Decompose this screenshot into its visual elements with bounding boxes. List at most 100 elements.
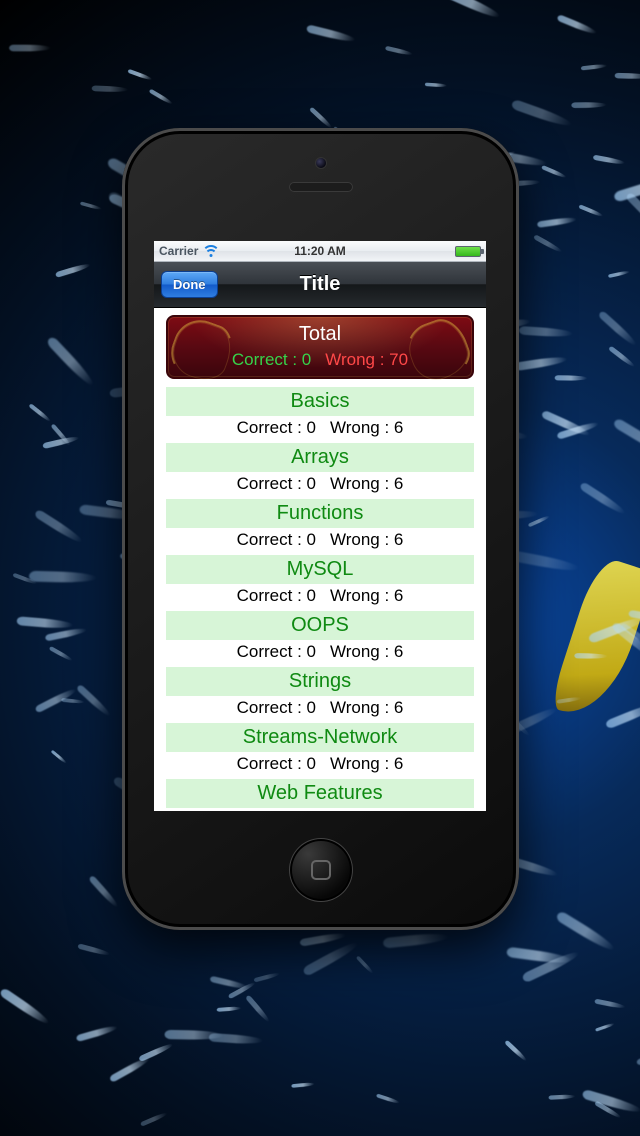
fish-decoration <box>376 1094 400 1105</box>
category-correct: Correct : 0 <box>237 474 316 493</box>
fish-decoration <box>127 69 152 81</box>
category-scores: Correct : 0 Wrong : 6 <box>166 472 474 497</box>
fish-decoration <box>88 874 120 908</box>
page-title: Title <box>300 273 341 296</box>
category-scores: Correct : 0Wrong : 6 <box>166 528 474 553</box>
category-wrong: Wrong : 6 <box>330 418 403 437</box>
category-row[interactable]: OOPSCorrect : 0Wrong : 6 <box>166 611 474 665</box>
category-correct: Correct : 0 <box>237 754 316 773</box>
front-camera <box>316 158 326 168</box>
fish-decoration <box>254 972 281 983</box>
fish-decoration <box>29 571 97 584</box>
fish-decoration <box>383 931 450 948</box>
earpiece-speaker <box>289 182 353 192</box>
fish-decoration <box>140 1111 168 1126</box>
category-row[interactable]: StringsCorrect : 0Wrong : 6 <box>166 667 474 721</box>
fish-decoration <box>292 1082 316 1088</box>
category-name: Functions <box>166 499 474 528</box>
fish-decoration <box>302 940 360 978</box>
category-correct: Correct : 0 <box>237 530 316 549</box>
fish-decoration <box>49 646 74 662</box>
fish-decoration <box>578 204 603 218</box>
fish-decoration <box>571 102 606 108</box>
fish-decoration <box>299 932 346 947</box>
fish-decoration <box>511 99 574 129</box>
category-row[interactable]: FunctionsCorrect : 0Wrong : 6 <box>166 499 474 553</box>
fish-decoration <box>109 1055 151 1083</box>
fish-decoration <box>216 1006 241 1012</box>
total-wrong: Wrong : 70 <box>325 350 408 370</box>
category-scores: Correct : 0 Wrong : 6 <box>166 640 474 665</box>
fish-decoration <box>245 995 271 1024</box>
category-correct: Correct : 0 <box>237 586 316 605</box>
fish-decoration <box>16 617 73 630</box>
fish-decoration <box>519 326 573 338</box>
fish-decoration <box>537 216 577 228</box>
fish-decoration <box>512 550 581 573</box>
fish-decoration <box>614 73 640 79</box>
fish-decoration <box>34 509 85 546</box>
fish-decoration <box>608 270 630 278</box>
fish-decoration <box>9 44 51 51</box>
category-name: Strings <box>166 667 474 696</box>
fish-decoration <box>541 165 567 179</box>
fish-decoration <box>0 987 51 1027</box>
fish-decoration <box>580 64 607 71</box>
results-content[interactable]: Total Correct : 0 Wrong : 70 Basics Corre… <box>154 308 486 811</box>
fish-decoration <box>605 700 640 729</box>
fish-decoration <box>504 1040 528 1063</box>
fish-decoration <box>548 1095 575 1101</box>
category-row[interactable]: Streams-NetworkCorrect : 0Wrong : 6 <box>166 723 474 777</box>
fish-decoration <box>77 943 110 956</box>
status-clock: 11:20 AM <box>294 244 346 258</box>
fish-decoration <box>356 955 374 974</box>
category-wrong: Wrong : 6 <box>330 642 403 661</box>
fish-decoration <box>385 46 413 57</box>
fish-decoration <box>75 1024 118 1042</box>
category-wrong: Wrong : 6 <box>330 474 403 493</box>
fish-decoration <box>533 234 563 254</box>
fish-decoration <box>555 375 588 381</box>
total-correct: Correct : 0 <box>232 350 311 370</box>
fish-decoration <box>557 14 598 36</box>
fish-decoration <box>515 355 568 371</box>
fish-decoration <box>442 0 501 20</box>
total-score-panel: Total Correct : 0 Wrong : 70 <box>166 315 474 379</box>
fish-decoration <box>92 86 129 93</box>
category-correct: Correct : 0 <box>237 642 316 661</box>
fish-decoration <box>148 89 173 106</box>
fish-decoration <box>55 262 91 278</box>
category-scores: Correct : 0Wrong : 6 <box>166 752 474 777</box>
total-label: Total <box>168 317 472 346</box>
fish-decoration <box>594 998 625 1009</box>
fish-decoration <box>46 336 97 389</box>
category-row[interactable]: Basics Correct : 0 Wrong : 6 <box>166 387 474 441</box>
fish-decoration <box>598 310 639 348</box>
category-correct: Correct : 0 <box>237 418 316 437</box>
category-wrong: Wrong : 6 <box>330 586 403 605</box>
home-button[interactable] <box>289 838 353 902</box>
category-wrong: Wrong : 6 <box>330 810 403 811</box>
category-name: Web Features <box>166 779 474 808</box>
category-name: Basics <box>166 387 474 416</box>
fish-decoration <box>608 345 636 368</box>
category-name: Arrays <box>166 443 474 472</box>
fish-decoration <box>306 24 356 43</box>
category-name: Streams-Network <box>166 723 474 752</box>
fish-decoration <box>595 1023 615 1032</box>
wifi-icon <box>204 245 218 257</box>
fish-decoration <box>51 750 68 765</box>
fish-decoration <box>425 83 447 88</box>
category-correct: Correct : 0 <box>237 810 316 811</box>
fish-decoration <box>578 481 626 516</box>
category-row[interactable]: Web Features Correct : 0 Wrong : 6 <box>166 779 474 811</box>
category-row[interactable]: Arrays Correct : 0 Wrong : 6 <box>166 443 474 497</box>
carrier-label: Carrier <box>159 244 198 258</box>
category-row[interactable]: MySQLCorrect : 0Wrong : 6 <box>166 555 474 609</box>
fish-decoration <box>61 698 85 704</box>
done-button[interactable]: Done <box>161 271 218 298</box>
phone-screen: Carrier 11:20 AM Done Title Total Correc… <box>154 241 486 811</box>
fish-decoration <box>309 107 333 130</box>
fish-decoration <box>555 910 617 954</box>
category-scores: Correct : 0 Wrong : 6 <box>166 584 474 609</box>
